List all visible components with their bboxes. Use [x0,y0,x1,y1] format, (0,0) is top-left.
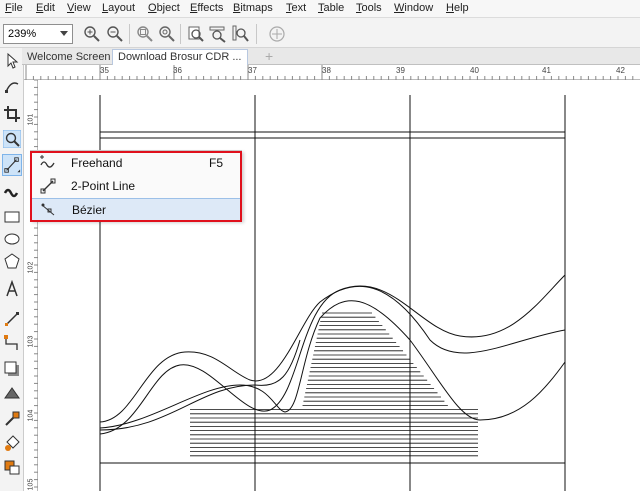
shortcut-key: F5 [209,156,224,170]
rectangle-tool-icon[interactable] [3,208,21,226]
ellipse-tool-icon[interactable] [3,230,21,248]
toolbar-separator [180,24,181,44]
menu-view[interactable]: View [67,2,91,14]
transparency-icon[interactable] [3,384,21,402]
zoom-in-icon[interactable] [83,25,101,43]
zoom-selected-icon[interactable] [136,25,154,43]
tab-welcome-screen[interactable]: Welcome Screen [22,50,116,65]
ruler-label: 36 [173,66,182,75]
zoom-page-width-icon[interactable] [209,25,227,43]
menu-table[interactable]: Table [318,2,344,14]
toolbar-separator [256,24,257,44]
menu-object[interactable]: Object [148,2,180,14]
flyout-item-2-point-line[interactable]: 2-Point Line [31,175,241,198]
ruler-label: 105 [27,478,35,491]
flyout-item-bezier[interactable]: Bézier [31,198,241,221]
flyout-item-freehand[interactable]: Freehand F5 [31,152,241,175]
zoom-out-icon[interactable] [106,25,124,43]
flyout-item-label: Bézier [72,203,107,217]
vertical-ruler: 101 102 103 104 105 [24,80,38,491]
crop-tool-icon[interactable] [3,105,21,123]
connector-tool-icon[interactable] [3,334,21,352]
toolbox [0,48,24,491]
menu-bar: File Edit View Layout Object Effects Bit… [0,0,640,18]
shape-tool-icon[interactable] [3,78,21,96]
ruler-ticks [34,80,38,488]
chevron-down-icon [60,31,68,36]
smart-fill-icon[interactable] [3,458,21,476]
menu-effects[interactable]: Effects [190,2,223,14]
zoom-to-page-icon[interactable] [187,25,205,43]
standard-toolbar: 239% [0,18,640,48]
interactive-fill-icon[interactable] [3,434,21,452]
drop-shadow-icon[interactable] [3,360,21,378]
menu-window[interactable]: Window [394,2,433,14]
artistic-media-icon[interactable] [3,183,21,201]
menu-text[interactable]: Text [286,2,306,14]
flyout-item-label: 2-Point Line [71,179,136,193]
toolbar-separator [129,24,130,44]
menu-bitmaps[interactable]: Bitmaps [233,2,273,14]
ruler-label: 40 [470,66,479,75]
document-tab-bar: Welcome Screen Download Brosur CDR ... + [22,48,640,65]
menu-edit[interactable]: Edit [36,2,55,14]
add-tab-icon[interactable]: + [265,48,273,64]
curve-tool-icon[interactable] [2,154,22,176]
zoom-page-height-icon[interactable] [231,25,249,43]
menu-tools[interactable]: Tools [356,2,382,14]
color-eyedropper-icon[interactable] [3,410,21,428]
ruler-label: 41 [542,66,551,75]
polygon-tool-icon[interactable] [3,252,21,270]
drawing-artwork [99,95,566,491]
parallel-dimension-icon[interactable] [3,310,21,328]
menu-help[interactable]: Help [446,2,469,14]
zoom-tool-icon[interactable] [3,130,21,148]
flyout-item-label: Freehand [71,156,123,170]
tab-document[interactable]: Download Brosur CDR ... [112,49,248,65]
two-point-line-icon [40,178,56,194]
zoom-all-objects-icon[interactable] [158,25,176,43]
ruler-label: 102 [27,261,35,274]
ruler-label: 35 [100,66,109,75]
drawing-canvas[interactable] [38,80,640,491]
curve-tools-flyout: Freehand F5 2-Point Line Bézier [30,150,242,221]
ruler-label: 39 [396,66,405,75]
pick-tool-icon[interactable] [3,52,21,70]
bezier-icon [41,203,55,216]
ruler-label: 103 [27,335,35,348]
zoom-level-value: 239% [8,28,37,40]
menu-file[interactable]: File [5,2,23,14]
crosshair-plus-icon[interactable] [268,25,286,43]
ruler-label: 101 [27,113,35,126]
zoom-level-select[interactable]: 239% [3,24,73,44]
horizontal-ruler: 35 36 37 38 39 40 41 42 [24,65,640,80]
ruler-label: 104 [27,409,35,422]
menu-layout[interactable]: Layout [102,2,135,14]
ruler-label: 42 [616,66,625,75]
ruler-label: 37 [248,66,257,75]
freehand-icon [40,155,55,168]
text-tool-icon[interactable] [3,280,21,298]
ruler-label: 38 [322,66,331,75]
